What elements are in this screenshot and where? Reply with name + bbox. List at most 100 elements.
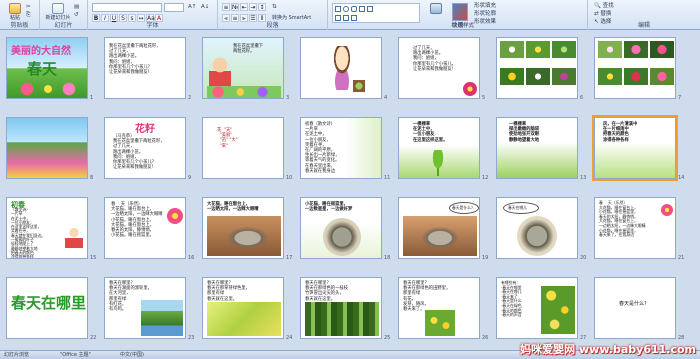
replace-button[interactable]: ⇄ 替换: [594, 10, 611, 18]
slide-25[interactable]: 春天在哪里？ 春天在那绿色的一枝枝 竹笋冒出尖尖的头， 春天就在这里。: [300, 277, 382, 339]
font-size-field[interactable]: [164, 3, 184, 12]
arrange-button[interactable]: [424, 3, 448, 21]
increase-indent-icon[interactable]: ⇥: [249, 3, 257, 11]
bamboo-photo: [305, 302, 379, 336]
new-slide-button[interactable]: 新建幻灯片: [44, 3, 72, 21]
arrow-shape-icon[interactable]: [367, 6, 373, 12]
slide-21[interactable]: 春 天（乐然） 大花猫，睡在窗台上， 小花猫，睡在摇篮里， 春天的太阳，静悄悄，…: [594, 197, 676, 259]
decrease-indent-icon[interactable]: ⇤: [240, 3, 248, 11]
flowers-photo: [541, 286, 575, 334]
numbering-icon[interactable]: №: [231, 3, 239, 11]
shape-outline-button[interactable]: 形状轮廓: [474, 10, 496, 18]
slide-9[interactable]: 花籽 （马克恭） 我在花盆里撒下两粒花籽， 过了几天， 跑出两棵小苗。 我问：姐…: [104, 117, 186, 179]
slide-14[interactable]: 风，在一片清溪中 在一片细雨中 把春天的颜色 涂得各种各样: [592, 115, 678, 181]
slide-11[interactable]: 初春（散文诗） 一片草 在泥土中， 一位小朋友， 笑着在寻， 在广阔的平原， 生…: [300, 117, 382, 179]
flower-image: [167, 208, 183, 224]
slide-18[interactable]: 小花猫，睡在摇篮里， 一边数星星，一边做好梦: [300, 197, 382, 259]
slide-19[interactable]: 春天是什么?: [398, 197, 480, 259]
flower-photo: [500, 41, 524, 58]
shape-fill-button[interactable]: 形状填充: [474, 2, 496, 10]
sprout-image: [429, 150, 447, 176]
find-button[interactable]: 🔍 查找: [594, 2, 614, 10]
shrink-font-icon[interactable]: A↓: [201, 3, 209, 11]
flower-photo: [552, 41, 576, 58]
flowers-image: [13, 82, 83, 96]
view-label: 幻灯片浏览: [4, 352, 30, 358]
paste-button[interactable]: 粘贴: [4, 3, 26, 21]
arrange-icon: [430, 3, 442, 14]
field-photo: [207, 302, 281, 336]
rounded-rect-shape-icon[interactable]: [351, 6, 357, 12]
flower-photo: [526, 41, 550, 58]
clipboard-group: 粘贴 ✂ ⎘ 剪贴板: [0, 0, 40, 30]
oval-shape-icon[interactable]: [343, 6, 349, 12]
slide-24[interactable]: 春天在哪里？ 春天在那草芽绿色里， 那里有绿 春天就在这里。: [202, 277, 284, 339]
layout-icon[interactable]: ▤: [74, 3, 79, 11]
language-label: 中文(中国): [120, 352, 144, 358]
kitten-image: [517, 216, 557, 256]
slide-10[interactable]: 花 "天" "美丽" "苗" "大" "来": [202, 117, 284, 179]
flower-photo: [598, 41, 622, 58]
replace-icon: ⇄: [594, 11, 599, 17]
slide-20[interactable]: 春天在哪儿: [496, 197, 578, 259]
rectangle-shape-icon[interactable]: [335, 6, 341, 12]
slide-13[interactable]: 一棵棵草 探出嫩嫩的脑袋 使劲地张开双眼 静静地望着大地: [496, 117, 578, 179]
slide-3[interactable]: 我在花盆里撒下 两粒花籽。: [202, 37, 284, 99]
text-direction-icon[interactable]: ⇅: [272, 3, 277, 11]
slide-12[interactable]: 一棵棵草 在泥土中， 一位小朋友 在这里这样这里。: [398, 117, 480, 179]
slide-23[interactable]: 春天在哪里？ 春天在湖面的渡轮里， 在大河里， 那里有绿 有红花， 有鸟鸣。: [104, 277, 186, 339]
font-group: A↑ A↓ B I U S s ↔ Aa A 字体: [88, 0, 218, 30]
flower-photo: [650, 41, 674, 58]
child-image: [209, 56, 231, 86]
slide-16[interactable]: 春 天（乐然） 大花猫，睡在窗台上， 一边晒太阳，一边眯大眼睛 小花猫，睡在窗台…: [104, 197, 186, 259]
watermark: 妈咪爱婴网 www.baby611.com: [520, 343, 696, 356]
slide-27[interactable]: 有哪些有： ·春天在哪里 ·春天在哪儿 ·春天来了 ·春天是什么 ·春天在绿色 …: [496, 277, 578, 339]
grow-font-icon[interactable]: A↑: [188, 3, 196, 11]
flower-photo: [624, 68, 648, 85]
flower-photo: [526, 68, 550, 85]
lake-photo: [141, 300, 183, 336]
slide-28[interactable]: 春天是什么?: [594, 277, 676, 339]
flower-photo: [598, 68, 622, 85]
flower-photo: [650, 68, 674, 85]
cut-icon[interactable]: ✂: [26, 3, 31, 11]
slide-17[interactable]: 大花猫，睡在窗台上， 一边晒太阳，一边眯大眼睛: [202, 197, 284, 259]
bullets-icon[interactable]: ≡: [222, 3, 230, 11]
font-name-field[interactable]: [92, 3, 162, 12]
find-icon: 🔍: [594, 3, 601, 9]
flowers-image: [207, 86, 281, 98]
copy-icon[interactable]: ⎘: [26, 11, 30, 19]
kitten-image: [323, 218, 361, 256]
drawing-group: 快速样式 形状填充 形状轮廓 形状效果 绘图: [328, 0, 588, 30]
new-slide-icon: [52, 3, 64, 14]
paste-icon: [9, 3, 21, 14]
slide-5[interactable]: 过了几天， 跑出两棵小苗。 我问：姐姐， 你那里有几个小孩儿， 让花朵来和我做朋…: [398, 37, 480, 99]
flower-photo: [552, 68, 576, 85]
flower-image: [661, 204, 673, 216]
cat-photo: [403, 216, 477, 256]
slide-26[interactable]: 春天在哪里？ 春天在那绿色的田野里， 那里有绿 有花， 发芽，随风， 春天来了。: [398, 277, 480, 339]
reset-icon[interactable]: ↺: [74, 11, 79, 19]
quick-styles-button[interactable]: [452, 3, 468, 21]
flower-photo: [624, 41, 648, 58]
slide-1[interactable]: 美丽的大自然 春天: [6, 37, 88, 99]
child-image: [65, 226, 83, 248]
editing-group: 🔍 查找 ⇄ 替换 ↖ 选择 编辑: [594, 2, 650, 29]
slide-6[interactable]: [496, 37, 578, 99]
theme-label: "Office 主题": [60, 352, 91, 358]
paragraph-group: ≡ № ⇤ ⇥ ↕ ⫷ ≡ ⫸ ☰ ⫴ ⇅ 转换为 SmartArt 段落: [218, 0, 328, 30]
slide-7[interactable]: [594, 37, 676, 99]
slide-2[interactable]: 我在花盆里撒下两粒花籽， 过了几天， 跑出两棵小苗。 我问：姐姐， 你那里有几个…: [104, 37, 186, 99]
ribbon: 粘贴 ✂ ⎘ 剪贴板 新建幻灯片 ▤ ↺ 幻灯片 A↑ A↓ B I U S s…: [0, 0, 700, 30]
line-spacing-icon[interactable]: ↕: [258, 3, 266, 11]
flower-photo: [500, 68, 524, 85]
slide-22[interactable]: 春天在哪里: [6, 277, 88, 339]
plant-pot-image: [353, 80, 365, 92]
flowers-photo: [425, 310, 455, 336]
cat-photo: [207, 216, 281, 256]
slide-15[interactable]: 初春 （散文诗） 一片草 在泥土中， 一位小朋友， 在这里这样这里， 笑着在寻，…: [6, 197, 88, 259]
slide-8[interactable]: [6, 117, 88, 179]
triangle-shape-icon[interactable]: [359, 6, 365, 12]
slides-group: 新建幻灯片 ▤ ↺ 幻灯片: [40, 0, 88, 30]
slide-4[interactable]: [300, 37, 382, 99]
